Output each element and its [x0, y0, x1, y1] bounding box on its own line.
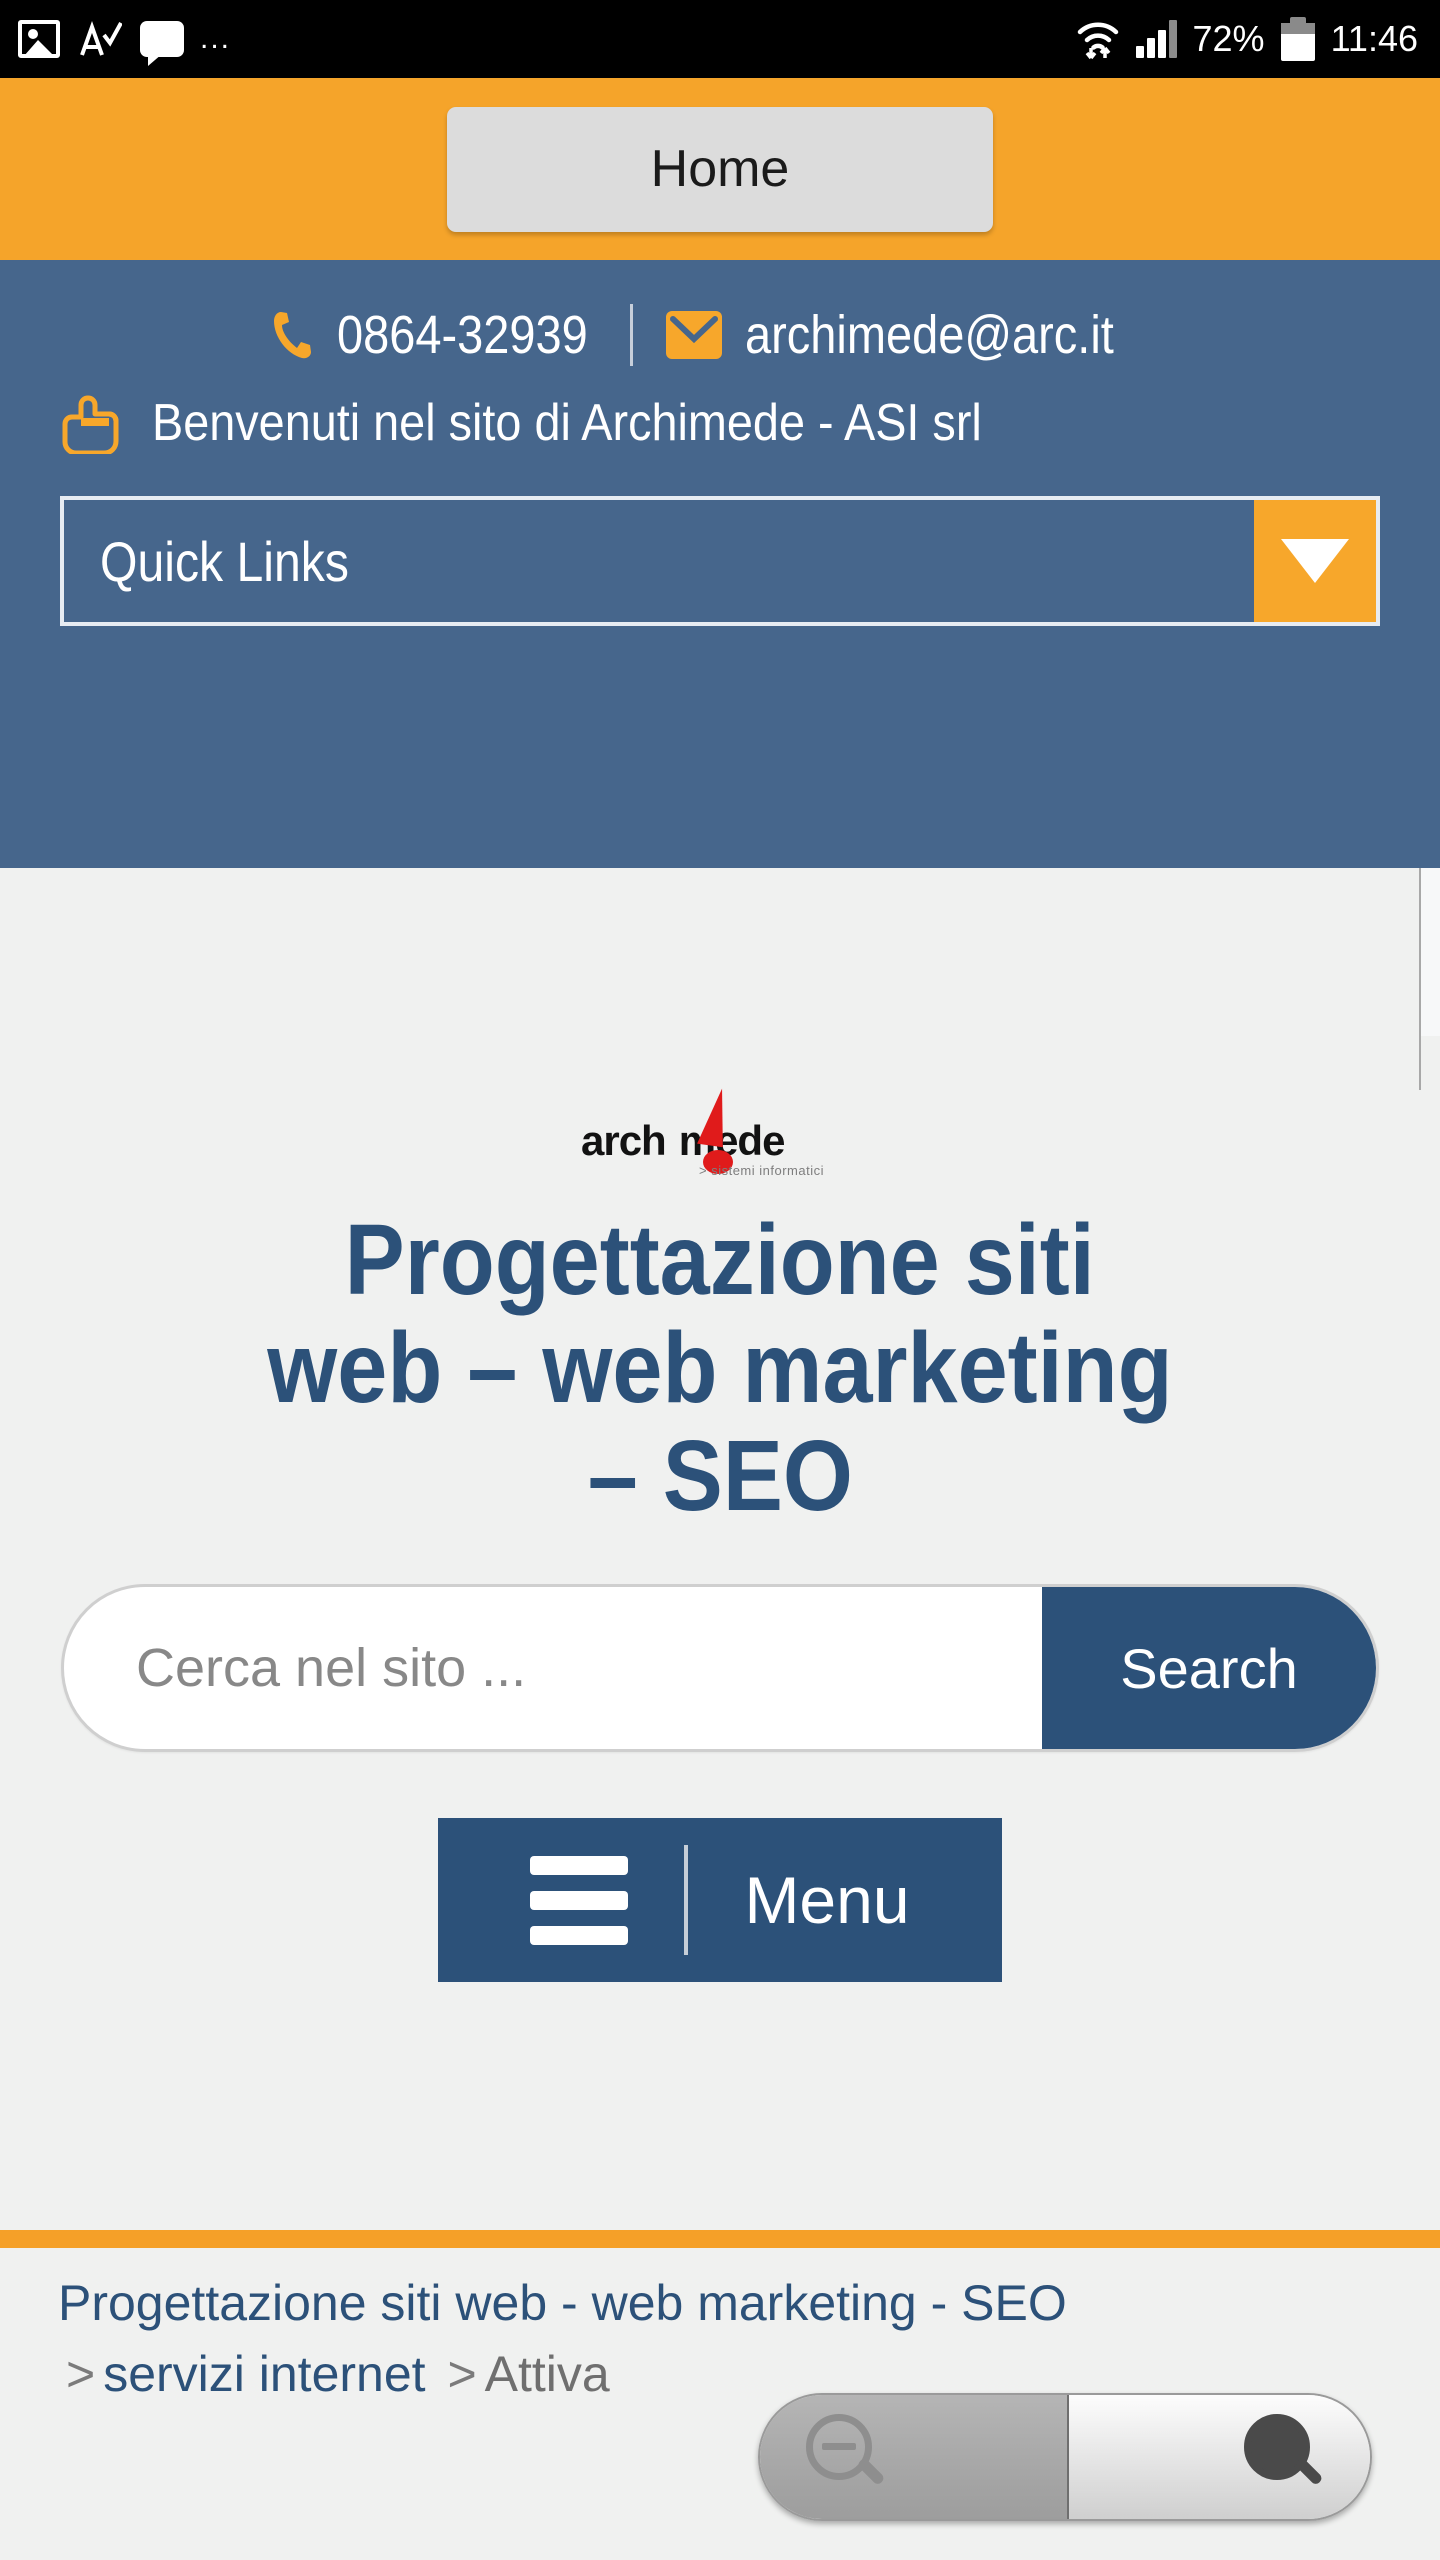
- page-content: arch!mede > sistemi informatici Progetta…: [0, 868, 1440, 2560]
- phone-link[interactable]: 0864-32939: [271, 304, 625, 366]
- quick-links-select[interactable]: Quick Links: [60, 496, 1380, 626]
- contact-row: 0864-32939 archimede@arc.it: [0, 304, 1440, 366]
- status-bar-left: ...: [18, 19, 232, 66]
- quick-links-label: Quick Links: [100, 529, 349, 593]
- phone-screen: ... 72% 11:46 Home 0864-32939 archimede@…: [0, 0, 1440, 2560]
- site-search: Search: [61, 1584, 1379, 1752]
- breadcrumb-item-servizi-internet[interactable]: servizi internet: [103, 2346, 425, 2402]
- status-bar: ... 72% 11:46: [0, 0, 1440, 78]
- battery-icon: [1280, 17, 1315, 61]
- chat-icon: [140, 21, 184, 66]
- quick-links-value-wrap: Quick Links: [64, 500, 1254, 622]
- breadcrumb-item-home[interactable]: Progettazione siti web - web marketing -…: [58, 2275, 1067, 2331]
- hamburger-icon: [530, 1855, 629, 1945]
- phone-icon: [271, 309, 317, 361]
- breadcrumb-item-current: Attiva: [484, 2346, 610, 2402]
- pointing-hand-icon: [62, 392, 130, 456]
- site-header: 0864-32939 archimede@arc.it Benvenuti ne…: [0, 260, 1440, 868]
- breadcrumb-separator-1: >: [66, 2346, 96, 2402]
- zoom-control: [758, 2393, 1372, 2521]
- status-bar-right: 72% 11:46: [1076, 17, 1418, 61]
- wifi-icon: [1076, 18, 1120, 60]
- welcome-message: Benvenuti nel sito di Archimede - ASI sr…: [152, 394, 982, 452]
- page-edge-line: [1419, 868, 1421, 1090]
- page-right-gutter: [1421, 868, 1440, 1036]
- image-icon: [18, 20, 60, 58]
- page-title-line-3: – SEO: [587, 1420, 853, 1532]
- status-overflow-dots: ...: [200, 22, 232, 55]
- zoom-out-icon: [806, 2414, 892, 2500]
- spellcheck-icon: [78, 19, 122, 59]
- zoom-in-button[interactable]: [1069, 2395, 1370, 2519]
- zoom-in-icon: [1244, 2414, 1330, 2500]
- chevron-down-icon: [1281, 539, 1349, 583]
- logo-tagline: > sistemi informatici: [699, 1163, 824, 1178]
- email-link[interactable]: archimede@arc.it: [663, 304, 1169, 366]
- site-logo[interactable]: arch!mede > sistemi informatici: [581, 1086, 859, 1178]
- menu-divider: [684, 1845, 689, 1955]
- cellular-signal-icon: [1135, 20, 1177, 58]
- orange-separator: [0, 2230, 1440, 2248]
- zoom-out-button[interactable]: [760, 2395, 1069, 2519]
- breadcrumb: Progettazione siti web - web marketing -…: [0, 2268, 1440, 2410]
- clock: 11:46: [1330, 18, 1418, 59]
- phone-number: 0864-32939: [337, 305, 589, 365]
- page-title: Progettazione siti web – web marketing –…: [50, 1206, 1390, 1530]
- browser-top-bar: Home: [0, 78, 1440, 260]
- menu-button[interactable]: Menu: [438, 1818, 1002, 1982]
- page-title-line-2: web – web marketing: [267, 1312, 1173, 1424]
- logo-word-left: arch: [581, 1117, 667, 1164]
- page-title-line-1: Progettazione siti: [344, 1204, 1096, 1316]
- welcome-row: Benvenuti nel sito di Archimede - ASI sr…: [0, 392, 1440, 456]
- email-address: archimede@arc.it: [744, 305, 1114, 365]
- breadcrumb-separator-2: >: [447, 2346, 477, 2402]
- quick-links-dropdown-button[interactable]: [1254, 500, 1376, 622]
- menu-label: Menu: [744, 1863, 910, 1937]
- envelope-icon: [663, 309, 725, 361]
- search-button[interactable]: Search: [1042, 1587, 1376, 1749]
- contact-divider: [629, 304, 633, 366]
- home-button[interactable]: Home: [447, 106, 993, 232]
- battery-percent: 72%: [1192, 18, 1265, 59]
- search-input[interactable]: [64, 1587, 1042, 1749]
